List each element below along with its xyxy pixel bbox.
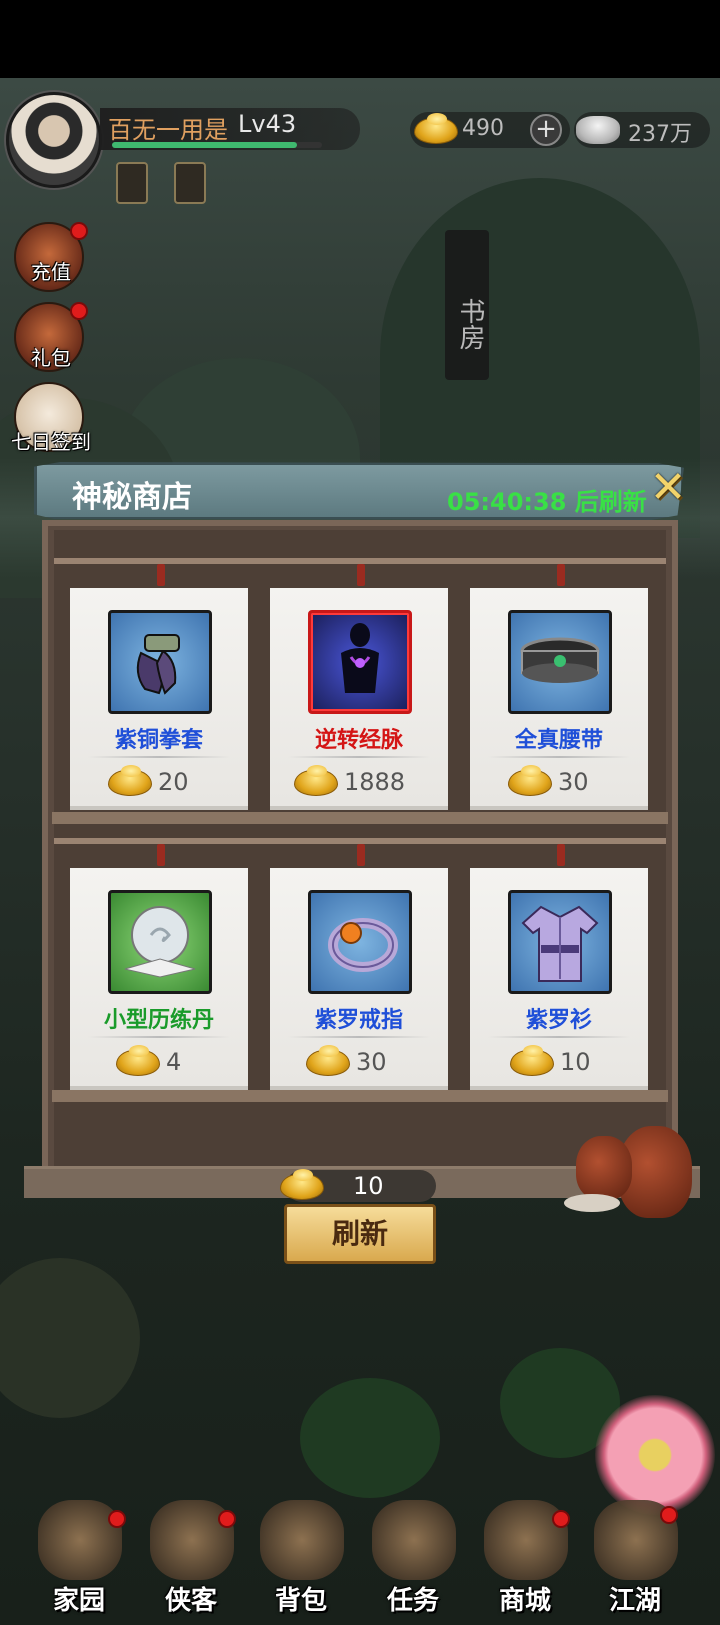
wine-jar-icon [576,1136,632,1200]
price-row: 30 [470,764,648,800]
pill-orb-icon [108,890,212,994]
refresh-cost: 10 [353,1172,384,1200]
nav-label: 商城 [498,1586,551,1616]
price-row: 30 [270,1044,448,1080]
recharge-label: 充值 [31,260,71,284]
shelf-board [52,1090,668,1102]
shop-item-card[interactable]: 紫罗衫 10 [470,868,648,1090]
gauntlet-icon [108,610,212,714]
scroll-icon [372,1500,456,1580]
item-name: 紫罗衫 [525,1008,592,1033]
item-price: 10 [560,1048,591,1076]
notification-badge [108,1510,126,1528]
item-price: 30 [558,768,589,796]
gold-ingot-icon [510,1045,554,1076]
exp-bar-fill [112,142,297,148]
bag-icon [260,1500,344,1580]
item-price: 30 [356,1048,387,1076]
nav-label: 侠客 [164,1586,217,1616]
gold-amount: 490 [462,116,504,141]
gold-ingot-icon [306,1045,350,1076]
silver-icon [576,116,620,144]
close-button[interactable]: ✕ [646,466,690,512]
card-divider [488,1036,630,1038]
shelf-board [52,812,668,824]
silver-amount: 237万 [628,122,692,147]
nav-bag[interactable]: 背包 [246,1500,356,1620]
notification-badge [70,302,88,320]
card-divider [88,756,230,758]
player-avatar[interactable] [6,92,102,188]
notification-badge [552,1510,570,1528]
price-row: 20 [70,764,248,800]
nav-label: 家园 [52,1586,105,1616]
card-hanger [157,564,165,586]
item-price: 20 [158,768,189,796]
item-price: 1888 [344,768,406,796]
notification-badge [218,1510,236,1528]
shop-title: 神秘商店 [72,480,192,515]
nav-home[interactable]: 家园 [24,1500,134,1620]
gift-label: 礼包 [31,346,71,370]
nav-label: 江湖 [608,1586,661,1616]
card-hanger [357,564,365,586]
gold-ingot-icon [108,765,152,796]
shop-item-card[interactable]: 紫罗戒指 30 [270,868,448,1090]
buff-icon[interactable] [116,162,148,204]
gold-ingot-icon [294,765,338,796]
nav-mall[interactable]: 商城 [470,1500,580,1620]
belt-icon [508,610,612,714]
item-name: 全真腰带 [514,728,603,753]
rock [0,1258,140,1418]
card-divider [288,756,430,758]
robe-icon [508,890,612,994]
add-gold-button[interactable]: + [530,114,562,146]
nav-quests[interactable]: 任务 [358,1500,468,1620]
price-row: 4 [70,1044,248,1080]
gold-ingot-icon [116,1045,160,1076]
item-price: 4 [166,1048,182,1076]
refresh-button[interactable]: 刷新 [284,1204,436,1264]
card-divider [288,1036,430,1038]
nav-label: 任务 [386,1586,439,1616]
nav-label: 背包 [274,1586,327,1616]
nav-heroes[interactable]: 侠客 [136,1500,246,1620]
shop-item-card[interactable]: 全真腰带 30 [470,588,648,810]
meridian-skill-icon [308,610,412,714]
gold-ingot-icon [414,113,458,144]
gold-ingot-icon [508,765,552,796]
wine-bowl-icon [564,1194,620,1212]
shop-item-card[interactable]: 逆转经脉 1888 [270,588,448,810]
buff-icon[interactable] [174,162,206,204]
item-name: 紫罗戒指 [314,1008,403,1033]
card-hanger [157,844,165,866]
notification-badge [660,1506,678,1524]
lotus-leaf [300,1378,440,1498]
card-hanger [557,564,565,586]
seven-day-checkin-label: 七日签到 [11,430,91,454]
card-divider [488,756,630,758]
player-level: Lv43 [238,110,297,138]
study-room-sign[interactable]: 书房 [445,230,489,380]
price-row: 10 [470,1044,648,1080]
refresh-timer: 05:40:38 后刷新 [447,488,647,516]
item-name: 紫铜拳套 [114,728,203,753]
player-name: 百无一用是 [108,116,228,144]
card-hanger [557,844,565,866]
shop-item-card[interactable]: 紫铜拳套 20 [70,588,248,810]
card-hanger [357,844,365,866]
item-name: 逆转经脉 [314,728,403,753]
gold-ingot-icon [280,1169,324,1200]
price-row: 1888 [270,764,448,800]
notification-badge [70,222,88,240]
item-name: 小型历练丹 [103,1008,214,1033]
card-divider [88,1036,230,1038]
lotus-flower [595,1395,715,1515]
ring-icon [308,890,412,994]
nav-jianghu[interactable]: 江湖 [580,1500,690,1620]
shop-item-card[interactable]: 小型历练丹 4 [70,868,248,1090]
exp-bar [112,142,322,148]
